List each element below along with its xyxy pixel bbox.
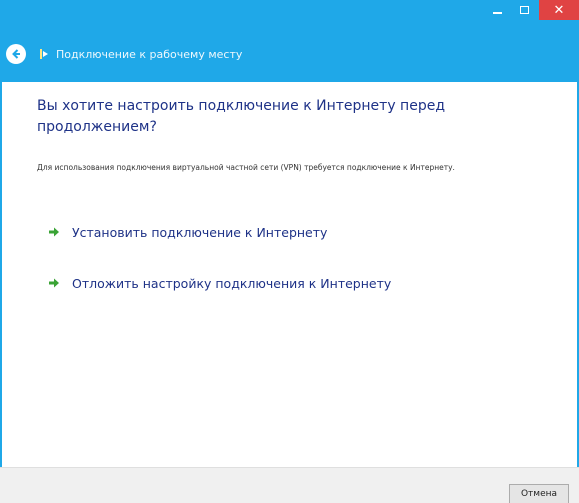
- cancel-button[interactable]: Отмена: [509, 484, 569, 503]
- close-button[interactable]: ✕: [539, 0, 579, 20]
- option-connect-now[interactable]: Установить подключение к Интернету: [48, 221, 327, 243]
- title-bar[interactable]: ✕: [0, 0, 579, 26]
- back-arrow-icon: [12, 49, 20, 59]
- minimize-button[interactable]: [484, 0, 510, 20]
- wizard-header: Подключение к рабочему месту: [0, 26, 579, 82]
- wizard-window: ✕ Подключение к рабочему месту Вы хотите…: [0, 0, 579, 503]
- wizard-footer: Отмена: [0, 467, 579, 503]
- minimize-icon: [492, 12, 502, 14]
- option-connect-now-label: Установить подключение к Интернету: [72, 224, 328, 240]
- option-defer-setup-label: Отложить настройку подключения к Интерне…: [72, 275, 392, 291]
- content-area: Вы хотите настроить подключение к Интерн…: [0, 82, 579, 467]
- option-defer-setup[interactable]: Отложить настройку подключения к Интерне…: [48, 272, 391, 294]
- page-heading: Вы хотите настроить подключение к Интерн…: [37, 98, 446, 135]
- back-button[interactable]: [6, 44, 26, 64]
- maximize-icon: [519, 6, 529, 14]
- window-border-left: [0, 82, 2, 467]
- close-icon: ✕: [553, 2, 565, 18]
- wizard-title: Подключение к рабочему месту: [38, 44, 242, 64]
- green-arrow-icon: [49, 278, 59, 288]
- page-description: Для использования подключения виртуально…: [37, 163, 455, 172]
- maximize-button[interactable]: [511, 0, 537, 20]
- wizard-title-text: Подключение к рабочему месту: [56, 47, 243, 61]
- network-icon: [40, 49, 48, 59]
- green-arrow-icon: [49, 227, 59, 237]
